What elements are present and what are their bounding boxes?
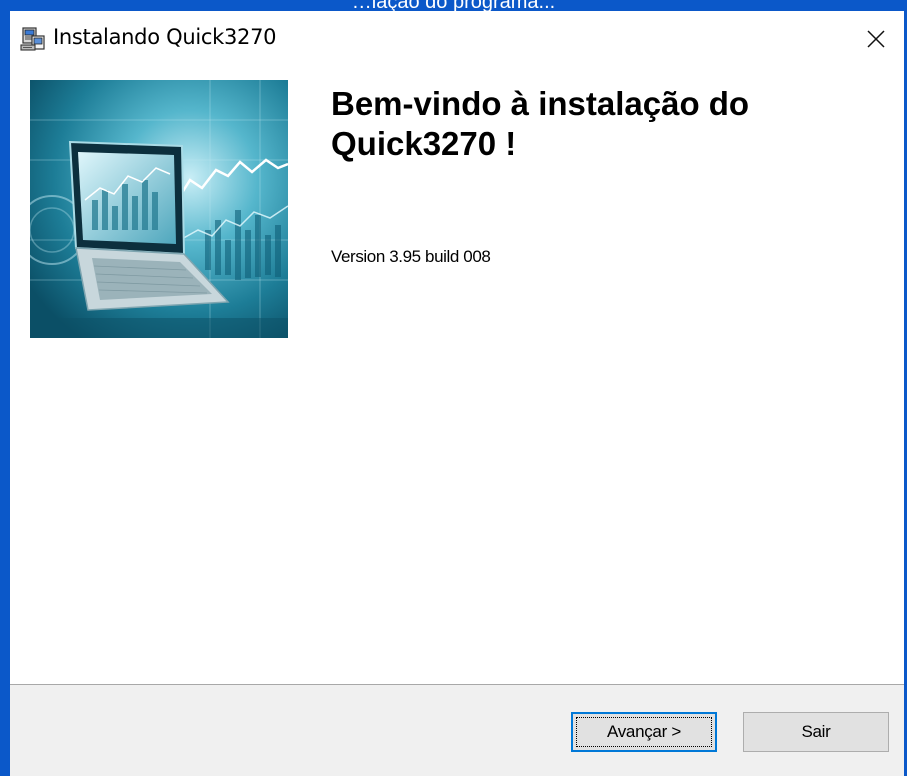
laptop-stock-chart-image: [30, 80, 288, 338]
exit-button[interactable]: Sair: [743, 712, 889, 752]
button-bar: Avançar > Sair: [10, 684, 904, 776]
window-title: Instalando Quick3270: [53, 25, 277, 49]
background-window-left-edge: [0, 0, 10, 776]
exit-button-label: Sair: [801, 722, 831, 741]
close-icon: [867, 30, 885, 48]
installer-computer-icon: [20, 26, 46, 52]
background-window-strip: …lação do programa...: [0, 0, 907, 11]
close-button[interactable]: [848, 11, 904, 67]
welcome-heading: Bem-vindo à instalação do Quick3270 !: [331, 85, 750, 162]
title-bar[interactable]: Instalando Quick3270: [10, 11, 904, 68]
background-window-text: …lação do programa...: [351, 0, 556, 11]
next-button[interactable]: Avançar >: [571, 712, 717, 752]
version-label: Version 3.95 build 008: [331, 247, 491, 266]
focus-rectangle: [576, 717, 712, 747]
installer-dialog: Instalando Quick3270 Bem-vindo à instala…: [10, 11, 904, 776]
